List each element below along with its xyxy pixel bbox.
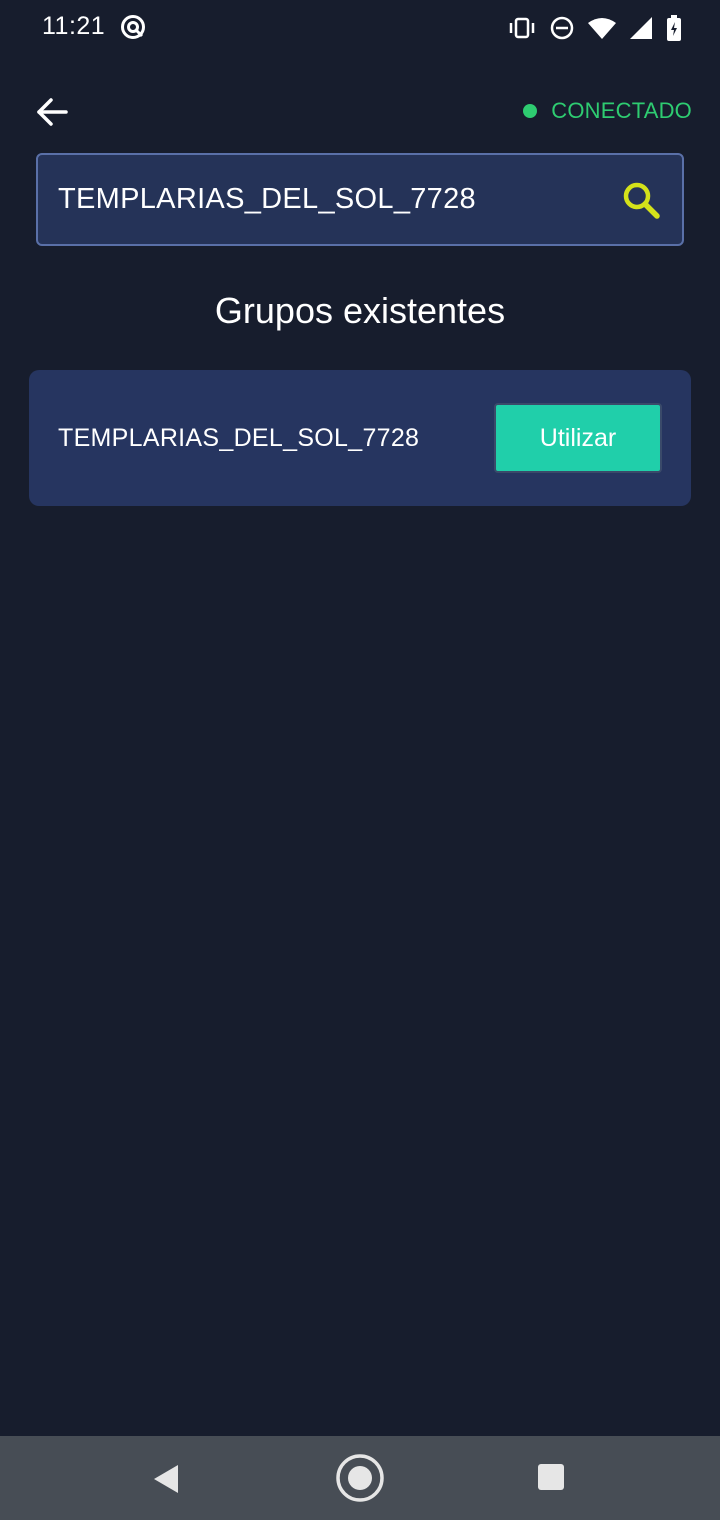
connection-status-label: CONECTADO bbox=[551, 98, 692, 123]
section-title: Grupos existentes bbox=[214, 290, 506, 331]
signal-icon bbox=[630, 17, 652, 39]
wifi-icon bbox=[588, 17, 616, 39]
connection-status: CONECTADO bbox=[523, 98, 692, 124]
group-name: TEMPLARIAS_DEL_SOL_7728 bbox=[58, 424, 420, 452]
do-not-disturb-icon bbox=[550, 16, 574, 40]
nav-home-icon[interactable] bbox=[334, 1452, 386, 1504]
at-sign-notification-icon bbox=[120, 14, 146, 40]
status-bar: 11:21 bbox=[0, 0, 720, 56]
nav-back-icon[interactable] bbox=[150, 1462, 184, 1496]
group-card: TEMPLARIAS_DEL_SOL_7728 Utilizar bbox=[29, 370, 691, 506]
search-input[interactable] bbox=[58, 155, 598, 244]
navigation-bar bbox=[0, 1436, 720, 1520]
use-group-button[interactable]: Utilizar bbox=[494, 403, 662, 473]
search-icon bbox=[623, 182, 660, 219]
back-button[interactable] bbox=[30, 90, 74, 134]
vibrate-icon bbox=[508, 16, 536, 40]
status-icons bbox=[508, 14, 682, 42]
battery-icon bbox=[666, 15, 682, 41]
screen: 11:21 CONECTADO TEMPLARIAS_DEL_SOL_7728 … bbox=[0, 0, 720, 1520]
nav-recents-icon[interactable] bbox=[537, 1463, 565, 1491]
connection-dot-icon bbox=[523, 104, 538, 118]
arrow-left-icon bbox=[37, 98, 68, 126]
search-box bbox=[36, 153, 684, 246]
search-button[interactable] bbox=[618, 177, 664, 223]
status-time: 11:21 bbox=[42, 12, 106, 40]
